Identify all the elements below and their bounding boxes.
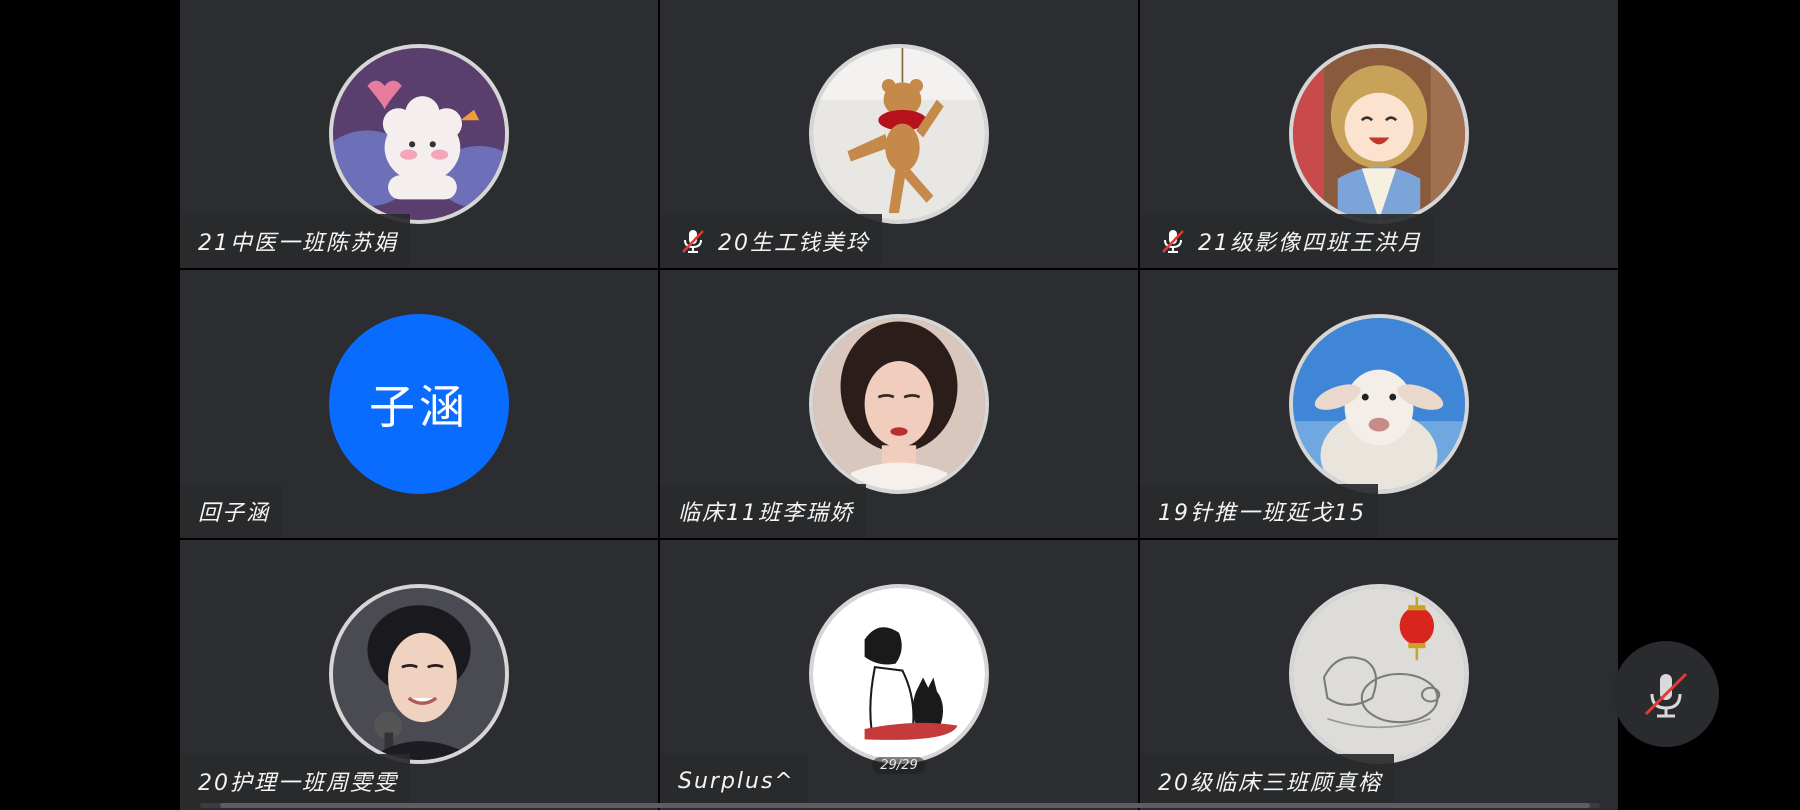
portrait-girl-avatar [809,314,989,494]
participant-name-tag: 21中医一班陈苏娟 [180,214,410,268]
participant-name-tag: 20护理一班周雯雯 [180,754,410,808]
participant-tile[interactable]: 19针推一班延戈15 [1140,270,1618,538]
participant-name-tag: 回子涵 [180,484,283,538]
initials-avatar: 子涵 [329,314,509,494]
participant-name-tag: 20生工钱美玲 [660,214,882,268]
mic-toggle-button[interactable] [1613,641,1719,747]
horizontal-scrollbar-thumb[interactable] [220,803,1590,808]
participant-name: 20生工钱美玲 [718,231,870,256]
participant-name-tag: 临床11班李瑞娇 [660,484,866,538]
toy-bear-avatar [809,44,989,224]
participant-name: 20级临床三班顾真榕 [1158,771,1382,796]
participant-name-tag: Surplus^ [660,754,807,808]
young-man-portrait-avatar [329,584,509,764]
anime-girl-avatar [1289,44,1469,224]
participant-name: Surplus^ [678,768,795,794]
participant-name: 21级影像四班王洪月 [1198,231,1422,256]
participant-name: 19针推一班延戈15 [1158,501,1366,526]
mic-off-icon [1644,672,1688,718]
girl-with-cat-sketch-avatar [809,584,989,764]
mic-muted-icon [1162,230,1184,253]
participant-tile[interactable]: 29/29 Surplus^ [660,540,1138,810]
lamb-photo-avatar [1289,314,1469,494]
participant-name: 21中医一班陈苏娟 [198,231,398,256]
participant-name-tag: 20级临床三班顾真榕 [1140,754,1394,808]
participant-name: 回子涵 [198,501,271,526]
participant-name-tag: 19针推一班延戈15 [1140,484,1378,538]
mic-muted-icon [682,230,704,253]
participant-tile[interactable]: 子涵 回子涵 [180,270,658,538]
page-indicator: 29/29 [872,757,926,774]
cartoon-sheep-avatar [329,44,509,224]
participant-name: 临床11班李瑞娇 [678,501,854,526]
participant-tile[interactable]: 21中医一班陈苏娟 [180,0,658,268]
meeting-screen: 21中医一班陈苏娟 20生工钱美玲 21级影像四班王洪月 子涵 回子涵 临床11… [0,0,1800,810]
pig-sketch-lantern-avatar [1289,584,1469,764]
participant-tile[interactable]: 20级临床三班顾真榕 [1140,540,1618,810]
participant-tile[interactable]: 临床11班李瑞娇 [660,270,1138,538]
participant-tile[interactable]: 21级影像四班王洪月 [1140,0,1618,268]
participant-tile[interactable]: 20护理一班周雯雯 [180,540,658,810]
avatar-initials: 子涵 [369,380,469,434]
participant-name-tag: 21级影像四班王洪月 [1140,214,1434,268]
participant-tile[interactable]: 20生工钱美玲 [660,0,1138,268]
participant-name: 20护理一班周雯雯 [198,771,398,796]
participant-grid: 21中医一班陈苏娟 20生工钱美玲 21级影像四班王洪月 子涵 回子涵 临床11… [180,0,1620,810]
